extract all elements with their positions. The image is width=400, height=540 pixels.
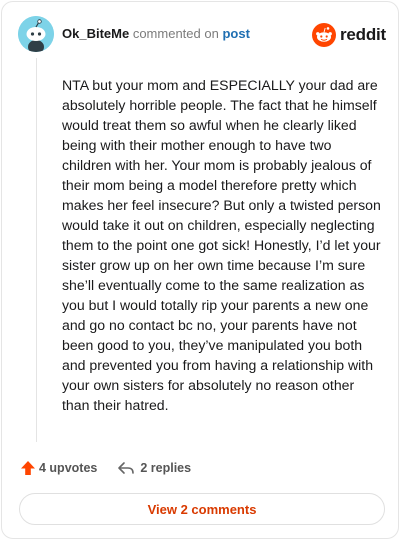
upvote-button[interactable]: 4 upvotes [20,460,97,476]
comment-actions: 4 upvotes 2 replies [20,458,191,478]
post-link[interactable]: post [222,26,249,41]
reddit-logo[interactable]: reddit [312,22,386,48]
snoo-avatar-icon [18,16,54,52]
reddit-logo-text: reddit [340,25,387,44]
upvote-count: 4 upvotes [39,461,98,475]
upvote-arrow-icon [21,461,35,475]
username-link[interactable]: Ok_BiteMe [62,26,129,41]
reddit-logo-icon [312,23,336,47]
commented-on-text: commented on [132,26,219,41]
comment-card: Ok_BiteMe commented on post reddit NTA b… [1,1,399,539]
view-comments-button[interactable]: View 2 comments [19,493,385,525]
replies-count: 2 replies [140,461,192,475]
replies-button[interactable]: 2 replies [117,460,191,476]
reply-arrow-icon [118,462,135,474]
thread-line [36,58,37,442]
user-avatar[interactable] [18,16,54,52]
comment-header: Ok_BiteMe commented on post [62,26,250,41]
comment-body: NTA but your mom and ESPECIALLY your dad… [62,77,381,413]
